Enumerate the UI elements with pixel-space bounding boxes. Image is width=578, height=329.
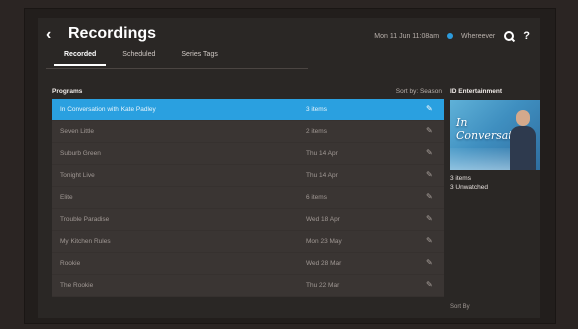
list-item[interactable]: Rookie Wed 28 Mar ✎ bbox=[52, 253, 444, 275]
program-name: The Rookie bbox=[60, 282, 94, 289]
panel-footer[interactable]: Sort By bbox=[450, 304, 470, 310]
tab-scheduled[interactable]: Scheduled bbox=[122, 51, 155, 61]
help-icon[interactable]: ? bbox=[523, 30, 530, 42]
program-name: Suburb Green bbox=[60, 150, 101, 157]
tab-recorded[interactable]: Recorded bbox=[53, 51, 107, 66]
programs-heading: Programs bbox=[52, 88, 83, 95]
list-item[interactable]: Seven Little 2 items ✎ bbox=[52, 121, 444, 143]
edit-icon[interactable]: ✎ bbox=[426, 104, 436, 114]
presenter-body bbox=[510, 126, 536, 170]
program-date: Mon 23 May bbox=[306, 238, 342, 245]
presenter-head bbox=[516, 110, 530, 126]
program-date: 2 items bbox=[306, 128, 327, 135]
list-item[interactable]: The Rookie Thu 22 Mar ✎ bbox=[52, 275, 444, 297]
list-header: Programs Sort by: Season bbox=[52, 86, 444, 98]
edit-icon[interactable]: ✎ bbox=[426, 258, 436, 268]
program-name: Rookie bbox=[60, 260, 81, 267]
edit-icon[interactable]: ✎ bbox=[426, 280, 436, 290]
program-date: 3 items bbox=[306, 106, 327, 113]
datetime-text: Mon 11 Jun 11:08am bbox=[374, 32, 440, 40]
edit-icon[interactable]: ✎ bbox=[426, 214, 436, 224]
list-item[interactable]: Suburb Green Thu 14 Apr ✎ bbox=[52, 143, 444, 165]
program-name: My Kitchen Rules bbox=[60, 238, 111, 245]
program-date: Wed 28 Mar bbox=[306, 260, 342, 267]
program-date: Thu 14 Apr bbox=[306, 150, 338, 157]
program-thumbnail[interactable]: In Conversation bbox=[450, 100, 540, 170]
list-item[interactable]: My Kitchen Rules Mon 23 May ✎ bbox=[52, 231, 444, 253]
panel-stats: 3 items 3 Unwatched bbox=[450, 174, 488, 192]
location-dot-icon bbox=[447, 33, 454, 39]
edit-icon[interactable]: ✎ bbox=[426, 148, 436, 158]
panel-title: ID Entertainment bbox=[450, 88, 503, 95]
program-date: Wed 18 Apr bbox=[306, 216, 340, 223]
tab-divider bbox=[46, 68, 308, 69]
edit-icon[interactable]: ✎ bbox=[426, 192, 436, 202]
tv-frame: ‹ Recordings Mon 11 Jun 11:08am Whereeve… bbox=[24, 8, 556, 324]
search-icon[interactable] bbox=[503, 30, 515, 42]
tab-bar: Recorded Scheduled Series Tags bbox=[53, 51, 218, 66]
sort-button[interactable]: Sort by: Season bbox=[396, 88, 442, 95]
list-item[interactable]: Elite 6 items ✎ bbox=[52, 187, 444, 209]
back-arrow-icon[interactable]: ‹ bbox=[46, 26, 60, 44]
recordings-screen: ‹ Recordings Mon 11 Jun 11:08am Whereeve… bbox=[38, 18, 540, 318]
program-name: In Conversation with Kate Padley bbox=[60, 106, 156, 113]
program-date: Thu 14 Apr bbox=[306, 172, 338, 179]
program-name: Tonight Live bbox=[60, 172, 95, 179]
program-name: Trouble Paradise bbox=[60, 216, 110, 223]
list-item[interactable]: Trouble Paradise Wed 18 Apr ✎ bbox=[52, 209, 444, 231]
list-item[interactable]: Tonight Live Thu 14 Apr ✎ bbox=[52, 165, 444, 187]
unwatched-count: 3 Unwatched bbox=[450, 184, 488, 191]
program-name: Elite bbox=[60, 194, 73, 201]
header-status-bar: Mon 11 Jun 11:08am Whereever ? bbox=[374, 28, 530, 44]
list-item[interactable]: In Conversation with Kate Padley 3 items… bbox=[52, 99, 444, 121]
program-name: Seven Little bbox=[60, 128, 94, 135]
presenter-image bbox=[510, 110, 536, 170]
page-title: Recordings bbox=[68, 25, 157, 42]
edit-icon[interactable]: ✎ bbox=[426, 170, 436, 180]
items-count: 3 items bbox=[450, 175, 471, 182]
recordings-list: In Conversation with Kate Padley 3 items… bbox=[52, 99, 444, 297]
edit-icon[interactable]: ✎ bbox=[426, 126, 436, 136]
program-date: Thu 22 Mar bbox=[306, 282, 340, 289]
tab-series-tags[interactable]: Series Tags bbox=[181, 51, 217, 61]
location-text: Whereever bbox=[461, 32, 496, 40]
program-date: 6 items bbox=[306, 194, 327, 201]
edit-icon[interactable]: ✎ bbox=[426, 236, 436, 246]
thumbnail-light bbox=[450, 148, 510, 170]
